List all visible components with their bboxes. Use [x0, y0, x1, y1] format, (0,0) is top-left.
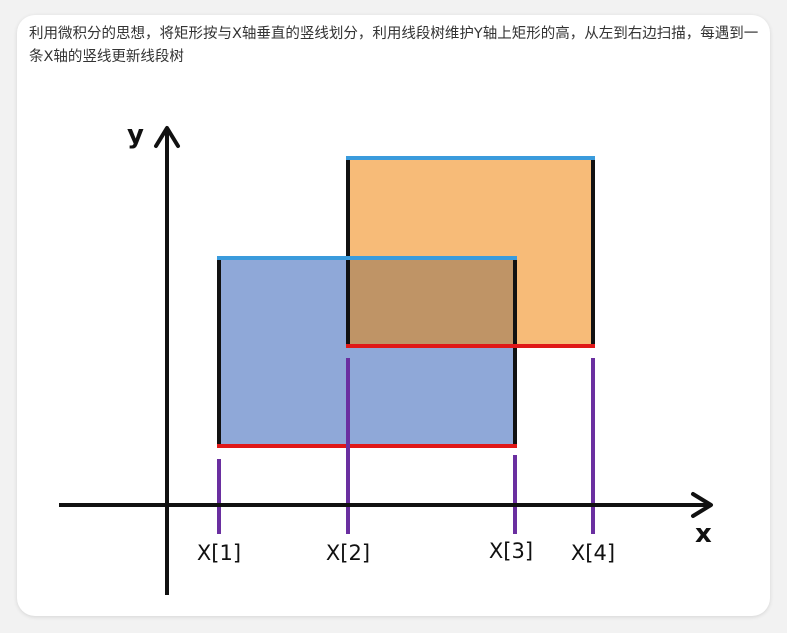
scanline-diagram: y x X[1] X[2] X[3] X[4]: [59, 120, 713, 595]
scanline-label-x4: X[4]: [571, 541, 615, 565]
content-card: 利用微积分的思想，将矩形按与X轴垂直的竖线划分，利用线段树维护Y轴上矩形的高，从…: [17, 15, 770, 616]
scanline-label-x3: X[3]: [489, 539, 533, 563]
y-axis-label: y: [127, 120, 144, 150]
x-axis-label: x: [695, 519, 712, 549]
rect-overlap: [348, 258, 515, 346]
scanline-label-x1: X[1]: [197, 541, 241, 565]
scanline-label-x2: X[2]: [326, 541, 370, 565]
